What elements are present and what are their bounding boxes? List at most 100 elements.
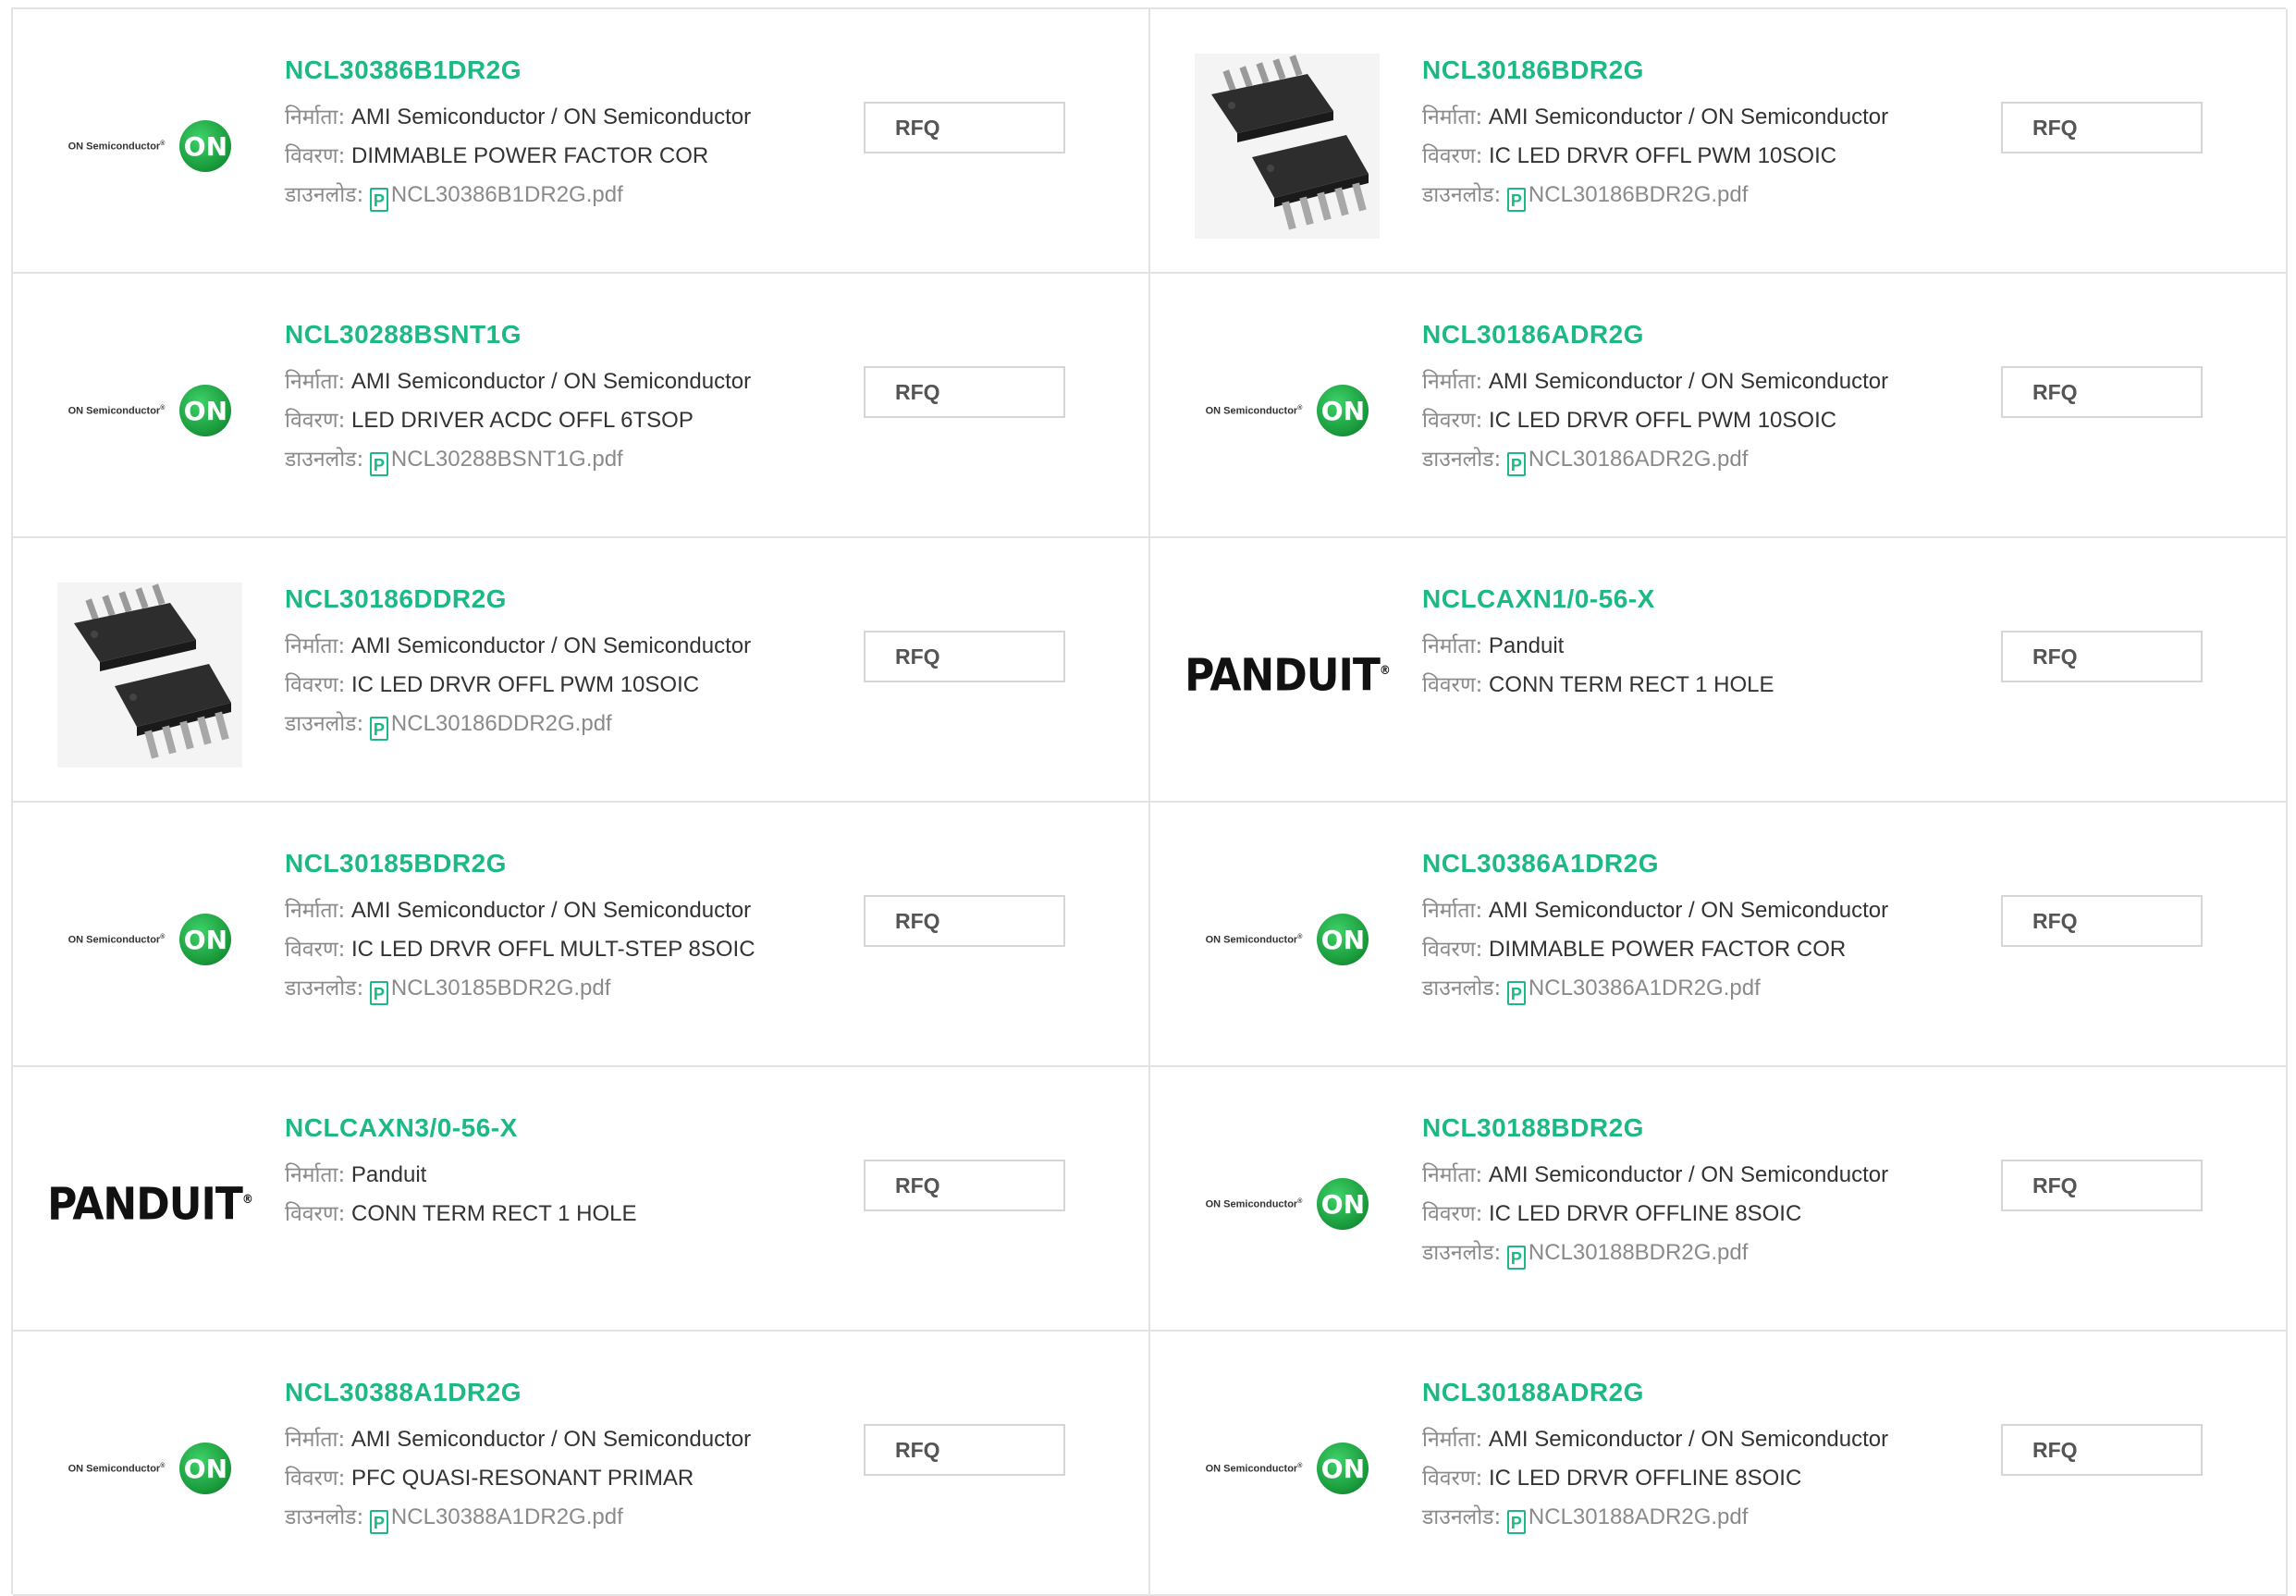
manufacturer-value: AMI Semiconductor / ON Semiconductor — [350, 633, 752, 658]
part-number-link[interactable]: NCLCAXN1/0-56-X — [1422, 584, 1774, 614]
rfq-button[interactable]: RFQ — [864, 1160, 1065, 1211]
pdf-icon[interactable]: P — [369, 717, 388, 741]
manufacturer-value: AMI Semiconductor / ON Semiconductor — [350, 1427, 752, 1452]
part-number-link[interactable]: NCL30188BDR2G — [1422, 1113, 1888, 1143]
product-image[interactable]: PANDUIT® — [1185, 583, 1391, 767]
rfq-button[interactable]: RFQ — [864, 1424, 1065, 1476]
product-image[interactable] — [1195, 54, 1380, 239]
manufacturer-row: निर्माता: AMI Semiconductor / ON Semicon… — [285, 1424, 751, 1455]
product-image[interactable]: PANDUIT® — [47, 1111, 253, 1296]
part-number-link[interactable]: NCL30186ADR2G — [1422, 320, 1888, 350]
rfq-button[interactable]: RFQ — [864, 895, 1065, 947]
download-label: डाउनलोड: — [285, 976, 364, 1001]
manufacturer-label: निर्माता: — [1422, 1428, 1483, 1452]
datasheet-link[interactable]: NCL30388A1DR2G.pdf — [391, 1504, 623, 1529]
rfq-button[interactable]: RFQ — [2001, 895, 2203, 947]
pdf-icon[interactable]: P — [1506, 188, 1526, 212]
part-number-link[interactable]: NCL30386A1DR2G — [1422, 849, 1888, 878]
manufacturer-label: निर्माता: — [285, 899, 346, 923]
product-image[interactable]: ON Semiconductor® ON — [57, 318, 242, 503]
datasheet-link[interactable]: NCL30386A1DR2G.pdf — [1529, 976, 1761, 1001]
datasheet-link[interactable]: NCL30288BSNT1G.pdf — [391, 447, 623, 472]
part-number-link[interactable]: NCL30186DDR2G — [285, 584, 751, 614]
on-semiconductor-mark: ON — [1317, 914, 1369, 965]
download-row: डाउनलोड: P NCL30185BDR2G.pdf — [285, 973, 755, 1005]
on-semiconductor-logo: ON Semiconductor® ON — [1206, 914, 1369, 965]
description-value: PFC QUASI-RESONANT PRIMAR — [351, 1466, 694, 1491]
manufacturer-row: निर्माता: AMI Semiconductor / ON Semicon… — [1422, 1424, 1888, 1455]
manufacturer-value: AMI Semiconductor / ON Semiconductor — [1488, 369, 1889, 394]
product-image[interactable]: ON Semiconductor® ON — [1195, 318, 1380, 503]
product-grid: ON Semiconductor® ON NCL30386B1DR2G निर्म… — [11, 7, 2288, 1596]
description-value: IC LED DRVR OFFL PWM 10SOIC — [1489, 408, 1837, 433]
pdf-icon[interactable]: P — [1506, 1510, 1526, 1534]
rfq-button[interactable]: RFQ — [2001, 1424, 2203, 1476]
manufacturer-row: निर्माता: Panduit — [285, 1160, 637, 1191]
description-value: IC LED DRVR OFFL MULT-STEP 8SOIC — [351, 937, 755, 962]
manufacturer-row: निर्माता: AMI Semiconductor / ON Semicon… — [1422, 895, 1888, 927]
pdf-icon[interactable]: P — [1506, 452, 1526, 476]
manufacturer-value: Panduit — [1488, 633, 1565, 658]
pdf-icon[interactable]: P — [369, 981, 388, 1005]
manufacturer-label: निर्माता: — [285, 1163, 346, 1187]
download-row: डाउनलोड: P NCL30186BDR2G.pdf — [1422, 179, 1888, 212]
rfq-button[interactable]: RFQ — [2001, 1160, 2203, 1211]
download-row: डाउनलोड: P NCL30186ADR2G.pdf — [1422, 444, 1888, 476]
pdf-icon[interactable]: P — [369, 452, 388, 476]
description-value: DIMMABLE POWER FACTOR COR — [351, 143, 709, 168]
part-number-link[interactable]: NCL30186BDR2G — [1422, 55, 1888, 85]
part-number-link[interactable]: NCL30188ADR2G — [1422, 1378, 1888, 1407]
manufacturer-label: निर्माता: — [1422, 899, 1483, 923]
rfq-button[interactable]: RFQ — [2001, 102, 2203, 153]
datasheet-link[interactable]: NCL30386B1DR2G.pdf — [391, 182, 623, 207]
datasheet-link[interactable]: NCL30186DDR2G.pdf — [391, 711, 612, 736]
on-semiconductor-mark: ON — [179, 1443, 232, 1494]
download-label: डाउनलोड: — [1422, 976, 1502, 1001]
on-semiconductor-logo: ON Semiconductor® ON — [68, 914, 232, 965]
product-image[interactable]: ON Semiconductor® ON — [1195, 1376, 1380, 1561]
product-image[interactable]: ON Semiconductor® ON — [1195, 1111, 1380, 1296]
on-semiconductor-mark: ON — [179, 120, 232, 172]
pdf-icon[interactable]: P — [1506, 981, 1526, 1005]
manufacturer-value: AMI Semiconductor / ON Semiconductor — [1488, 104, 1889, 129]
description-value: LED DRIVER ACDC OFFL 6TSOP — [351, 408, 694, 433]
product-image[interactable]: ON Semiconductor® ON — [57, 54, 242, 239]
description-label: विवरण: — [1422, 144, 1483, 168]
datasheet-link[interactable]: NCL30188BDR2G.pdf — [1529, 1240, 1748, 1265]
product-card: ON Semiconductor® ON NCL30386A1DR2G निर्म… — [1150, 803, 2288, 1067]
datasheet-link[interactable]: NCL30185BDR2G.pdf — [391, 976, 610, 1001]
part-number-link[interactable]: NCL30288BSNT1G — [285, 320, 751, 350]
manufacturer-value: AMI Semiconductor / ON Semiconductor — [1488, 1162, 1889, 1187]
rfq-button[interactable]: RFQ — [2001, 631, 2203, 682]
product-image[interactable]: ON Semiconductor® ON — [57, 847, 242, 1032]
part-number-link[interactable]: NCL30388A1DR2G — [285, 1378, 751, 1407]
rfq-button[interactable]: RFQ — [864, 366, 1065, 418]
product-image[interactable]: ON Semiconductor® ON — [57, 1376, 242, 1561]
product-card: NCL30186DDR2G निर्माता: AMI Semiconductor… — [13, 538, 1150, 803]
pdf-icon[interactable]: P — [1506, 1246, 1526, 1270]
manufacturer-label: निर्माता: — [285, 634, 346, 658]
pdf-icon[interactable]: P — [369, 1510, 388, 1534]
datasheet-link[interactable]: NCL30186ADR2G.pdf — [1529, 447, 1748, 472]
rfq-button[interactable]: RFQ — [864, 102, 1065, 153]
rfq-button[interactable]: RFQ — [2001, 366, 2203, 418]
description-label: विवरण: — [285, 673, 346, 697]
datasheet-link[interactable]: NCL30188ADR2G.pdf — [1529, 1504, 1748, 1529]
product-image[interactable] — [57, 583, 242, 767]
part-number-link[interactable]: NCL30386B1DR2G — [285, 55, 751, 85]
description-label: विवरण: — [1422, 1202, 1483, 1226]
pdf-icon[interactable]: P — [369, 188, 388, 212]
datasheet-link[interactable]: NCL30186BDR2G.pdf — [1529, 182, 1748, 207]
manufacturer-value: AMI Semiconductor / ON Semiconductor — [350, 104, 752, 129]
download-row: डाउनलोड: P NCL30386B1DR2G.pdf — [285, 179, 751, 212]
part-number-link[interactable]: NCLCAXN3/0-56-X — [285, 1113, 637, 1143]
product-image[interactable]: ON Semiconductor® ON — [1195, 847, 1380, 1032]
manufacturer-row: निर्माता: AMI Semiconductor / ON Semicon… — [1422, 102, 1888, 133]
description-row: विवरण: LED DRIVER ACDC OFFL 6TSOP — [285, 405, 751, 436]
download-row: डाउनलोड: P NCL30188ADR2G.pdf — [1422, 1502, 1888, 1534]
rfq-button[interactable]: RFQ — [864, 631, 1065, 682]
part-number-link[interactable]: NCL30185BDR2G — [285, 849, 755, 878]
manufacturer-label: निर्माता: — [285, 105, 346, 129]
on-semiconductor-mark: ON — [1317, 1443, 1369, 1494]
on-semiconductor-logo: ON Semiconductor® ON — [68, 385, 232, 436]
